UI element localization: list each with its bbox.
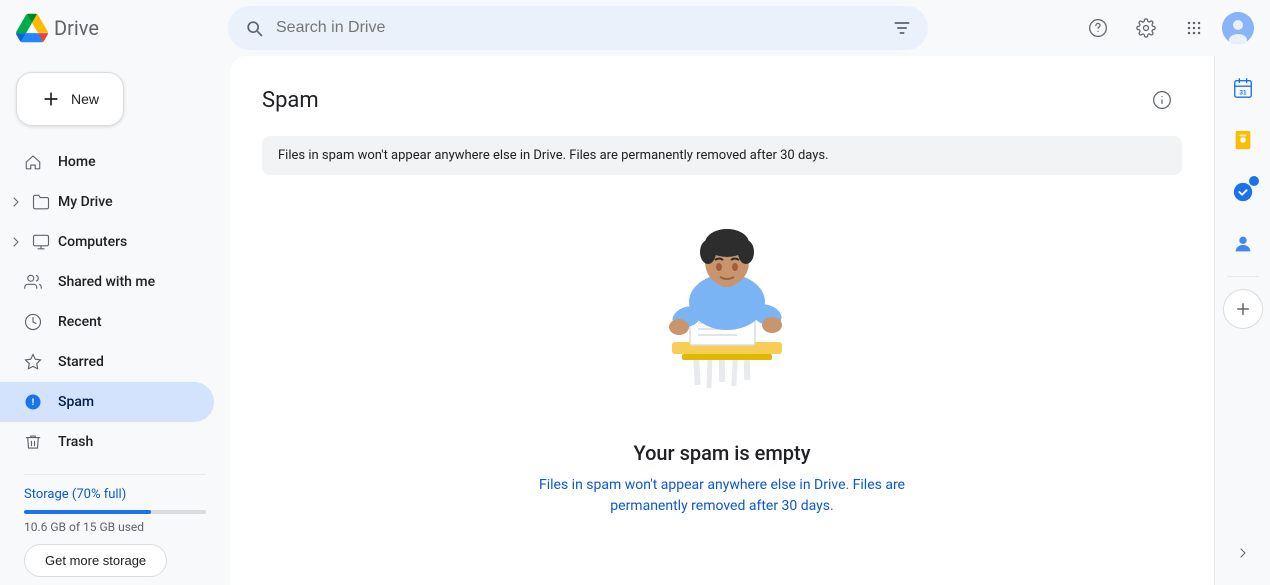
calendar-button[interactable]: 31: [1219, 64, 1267, 112]
layout: New Home My Drive: [0, 56, 1270, 585]
plus-icon: [41, 89, 61, 109]
storage-section: Storage (70% full) 10.6 GB of 15 GB used…: [0, 466, 230, 585]
tasks-button[interactable]: [1219, 168, 1267, 216]
topbar-right: [1078, 8, 1254, 48]
new-button-label: New: [71, 91, 99, 107]
settings-button[interactable]: [1126, 8, 1166, 48]
info-banner: Files in spam won't appear anywhere else…: [262, 136, 1182, 175]
home-icon: [24, 153, 42, 171]
right-sidebar: 31: [1214, 56, 1270, 585]
google-drive-logo: [16, 12, 48, 44]
apps-button[interactable]: [1174, 8, 1214, 48]
avatar[interactable]: [1222, 12, 1254, 44]
topbar: Drive: [0, 0, 1270, 56]
info-button[interactable]: [1142, 80, 1182, 120]
search-input[interactable]: [276, 19, 880, 37]
storage-label[interactable]: Storage (70% full): [24, 487, 206, 502]
right-divider: [1227, 276, 1259, 277]
search-icon: [244, 18, 264, 38]
svg-text:!: !: [32, 398, 34, 408]
sidebar-item-computers-label: Computers: [58, 234, 127, 250]
empty-state: Your spam is empty Files in spam won't a…: [262, 207, 1182, 537]
page-header: Spam: [262, 80, 1182, 120]
chevron-right-icon: [8, 194, 24, 210]
contacts-button[interactable]: [1219, 220, 1267, 268]
sidebar-item-recent-label: Recent: [58, 314, 102, 330]
spam-icon: !: [24, 393, 42, 411]
help-button[interactable]: [1078, 8, 1118, 48]
recent-icon: [24, 313, 42, 331]
sidebar-item-trash-label: Trash: [58, 434, 93, 450]
sidebar-item-shared-label: Shared with me: [58, 274, 155, 290]
shared-icon: [24, 273, 42, 291]
get-storage-button[interactable]: Get more storage: [24, 544, 167, 577]
info-banner-text: Files in spam won't appear anywhere else…: [278, 148, 829, 163]
empty-state-title: Your spam is empty: [634, 441, 811, 465]
empty-illustration: [612, 227, 832, 417]
sidebar-item-my-drive[interactable]: My Drive: [0, 182, 214, 222]
chevron-right-icon-computers: [8, 234, 24, 250]
sidebar-item-recent[interactable]: Recent: [0, 302, 214, 342]
search-bar[interactable]: [228, 6, 928, 50]
sidebar-item-home-label: Home: [58, 154, 96, 170]
new-button[interactable]: New: [16, 72, 124, 126]
empty-state-subtitle: Files in spam won't appear anywhere else…: [522, 475, 922, 517]
sidebar-item-starred[interactable]: Starred: [0, 342, 214, 382]
sidebar-item-shared[interactable]: Shared with me: [0, 262, 214, 302]
app-name: Drive: [54, 16, 99, 40]
collapse-button[interactable]: [1219, 529, 1267, 577]
storage-text: 10.6 GB of 15 GB used: [24, 520, 206, 534]
folder-icon: [32, 193, 50, 211]
page-title: Spam: [262, 88, 319, 113]
sidebar: New Home My Drive: [0, 56, 230, 585]
sidebar-item-trash[interactable]: Trash: [0, 422, 214, 462]
computer-icon: [32, 233, 50, 251]
storage-bar-fill: [24, 510, 151, 514]
sidebar-item-home[interactable]: Home: [0, 142, 214, 182]
sidebar-item-spam-label: Spam: [58, 394, 94, 410]
tasks-badge: [1249, 176, 1259, 186]
main-content: Spam Files in spam won't appear anywhere…: [230, 56, 1214, 585]
sidebar-item-starred-label: Starred: [58, 354, 104, 370]
keep-button[interactable]: [1219, 116, 1267, 164]
svg-text:31: 31: [1239, 89, 1247, 96]
sidebar-item-my-drive-label: My Drive: [58, 194, 113, 210]
storage-bar: [24, 510, 206, 514]
add-app-button[interactable]: [1223, 289, 1263, 329]
sidebar-item-computers[interactable]: Computers: [0, 222, 214, 262]
logo-area: Drive: [16, 12, 216, 44]
sidebar-item-spam[interactable]: ! Spam: [0, 382, 214, 422]
trash-icon: [24, 433, 42, 451]
filter-icon[interactable]: [892, 18, 912, 38]
star-icon: [24, 353, 42, 371]
